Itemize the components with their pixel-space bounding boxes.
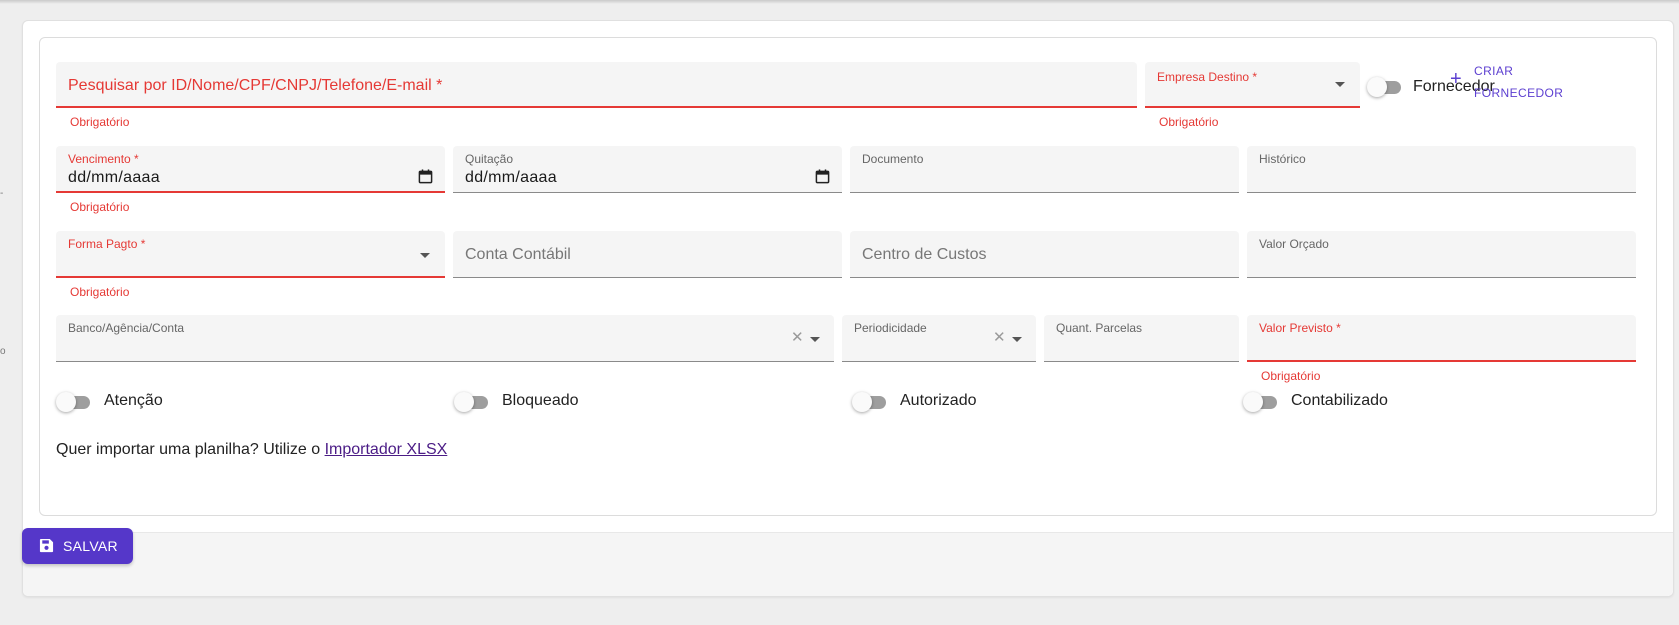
atencao-toggle[interactable] [56,391,92,413]
valor-previsto-input[interactable]: Valor Previsto * [1247,315,1636,362]
valor-orcado-input[interactable]: Valor Orçado [1247,231,1636,278]
quitacao-label: Quitação [465,152,514,166]
calendar-icon[interactable] [815,169,830,184]
save-button[interactable]: Salvar [22,528,133,564]
top-shadow [0,0,1679,4]
create-supplier-label: Fornecedor [1474,86,1564,100]
chevron-down-icon [1012,337,1022,342]
toggle-thumb [56,392,76,412]
toggle-thumb [1243,392,1263,412]
chevron-down-icon [810,337,820,342]
documento-input[interactable]: Documento [850,146,1239,193]
import-hint-text: Quer importar uma planilha? Utilize o [56,441,321,458]
periodicidade-select[interactable]: Periodicidade ✕ [842,315,1036,362]
bloqueado-toggle[interactable] [454,391,490,413]
edge-mark: o [0,346,6,357]
form-fields-panel: Pesquisar por ID/Nome/CPF/CNPJ/Telefone/… [39,37,1657,516]
clear-icon[interactable]: ✕ [791,330,804,345]
search-field[interactable]: Pesquisar por ID/Nome/CPF/CNPJ/Telefone/… [56,62,1137,108]
historico-label: Histórico [1259,152,1306,166]
create-supplier-label: Criar [1474,64,1514,78]
contabilizado-toggle[interactable] [1243,391,1279,413]
autorizado-toggle[interactable] [852,391,888,413]
banco-agencia-conta-select[interactable]: Banco/Agência/Conta ✕ [56,315,834,362]
empresa-destino-select[interactable]: Empresa Destino * [1145,62,1360,108]
vencimento-helper: Obrigatório [70,200,130,214]
autorizado-toggle-label: Autorizado [900,392,977,409]
centro-custos-input[interactable]: Centro de Custos [850,231,1239,278]
empresa-destino-helper: Obrigatório [1159,115,1219,129]
conta-contabil-input[interactable]: Conta Contábil [453,231,842,278]
calendar-icon[interactable] [418,169,433,184]
search-field-label: Pesquisar por ID/Nome/CPF/CNPJ/Telefone/… [68,77,443,94]
create-supplier-button[interactable]: + Criar Fornecedor [1450,62,1564,112]
clear-icon[interactable]: ✕ [993,330,1006,345]
historico-input[interactable]: Histórico [1247,146,1636,193]
quitacao-date-input[interactable]: Quitação dd/mm/aaaa [453,146,842,193]
xlsx-importer-link[interactable]: Importador XLSX [325,441,448,458]
conta-contabil-placeholder: Conta Contábil [465,246,571,263]
plus-icon: + [1450,68,1462,90]
fornecedor-toggle[interactable] [1367,76,1403,98]
toggle-thumb [852,392,872,412]
valor-previsto-label: Valor Previsto * [1259,321,1341,335]
atencao-toggle-label: Atenção [104,392,163,409]
save-button-label: Salvar [63,538,118,554]
empresa-destino-label: Empresa Destino * [1157,70,1258,84]
periodicidade-label: Periodicidade [854,321,927,335]
chevron-down-icon [420,253,430,258]
vencimento-value: dd/mm/aaaa [68,169,160,186]
centro-custos-placeholder: Centro de Custos [862,246,987,263]
documento-label: Documento [862,152,924,166]
valor-previsto-helper: Obrigatório [1261,369,1321,383]
import-hint: Quer importar uma planilha? Utilize o Im… [56,441,447,459]
bloqueado-toggle-label: Bloqueado [502,392,579,409]
valor-orcado-label: Valor Orçado [1259,237,1329,251]
toggle-thumb [454,392,474,412]
toggle-thumb [1367,77,1387,97]
form-footer [23,532,1673,596]
vencimento-label: Vencimento * [68,152,139,166]
quitacao-value: dd/mm/aaaa [465,169,557,186]
search-field-helper: Obrigatório [70,115,130,129]
vencimento-date-input[interactable]: Vencimento * dd/mm/aaaa [56,146,445,193]
quant-parcelas-label: Quant. Parcelas [1056,321,1143,335]
edge-mark: - [0,188,4,199]
banco-label: Banco/Agência/Conta [68,321,185,335]
form-card: Pesquisar por ID/Nome/CPF/CNPJ/Telefone/… [22,20,1674,597]
quant-parcelas-input[interactable]: Quant. Parcelas [1044,315,1239,362]
forma-pagto-label: Forma Pagto * [68,237,146,251]
forma-pagto-helper: Obrigatório [70,285,130,299]
chevron-down-icon [1335,82,1345,87]
contabilizado-toggle-label: Contabilizado [1291,392,1388,409]
forma-pagto-select[interactable]: Forma Pagto * [56,231,445,278]
floppy-disk-icon [39,538,54,553]
